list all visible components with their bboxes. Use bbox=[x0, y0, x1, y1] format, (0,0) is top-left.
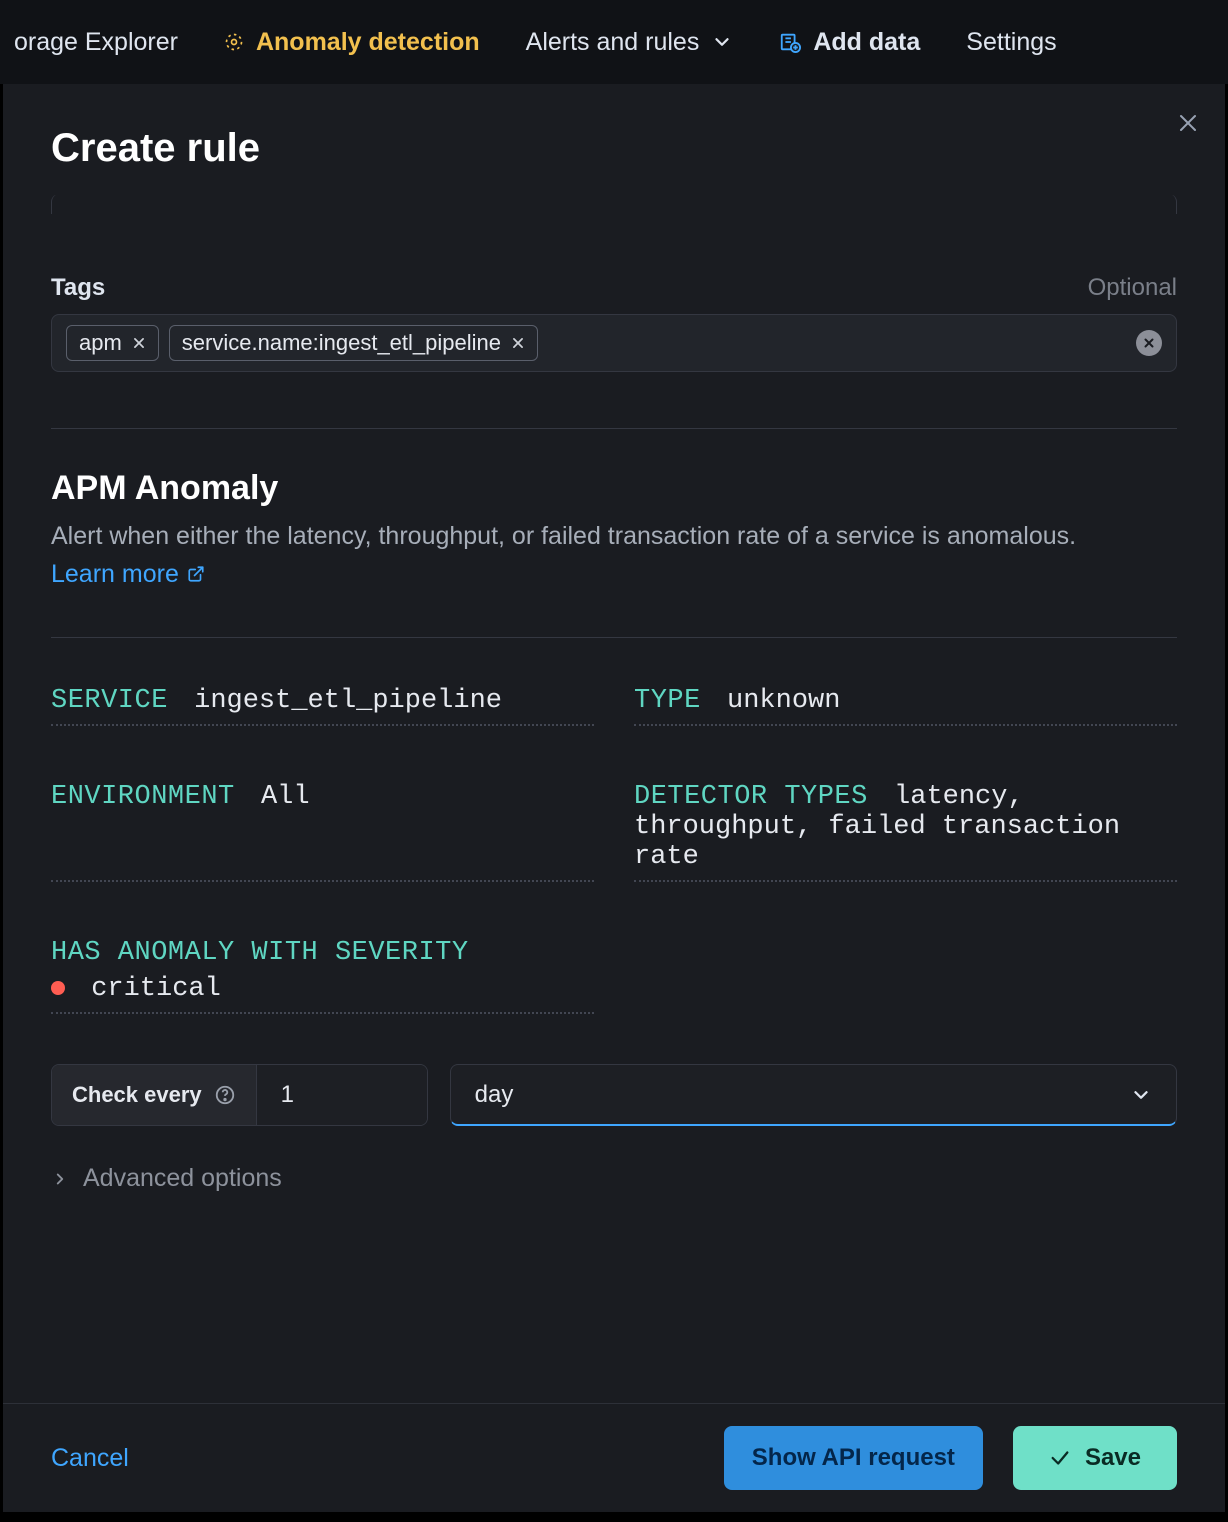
tag-pill[interactable]: apm bbox=[66, 325, 159, 361]
check-every-label: Check every bbox=[72, 1082, 202, 1108]
nav-alerts-rules-label: Alerts and rules bbox=[526, 28, 700, 57]
nav-add-data[interactable]: Add data bbox=[779, 28, 920, 57]
divider bbox=[51, 428, 1177, 429]
check-every-group: Check every 1 bbox=[51, 1064, 428, 1126]
field-label: TYPE bbox=[634, 686, 701, 716]
remove-tag-icon[interactable] bbox=[132, 336, 146, 350]
learn-more-text: Learn more bbox=[51, 556, 179, 594]
chevron-down-icon bbox=[1130, 1084, 1152, 1106]
scroll-fade bbox=[3, 1373, 1225, 1403]
interval-value: 1 bbox=[281, 1081, 294, 1109]
check-every-row: Check every 1 day bbox=[51, 1064, 1177, 1126]
nav-anomaly-label: Anomaly detection bbox=[256, 28, 480, 57]
chevron-right-icon bbox=[51, 1170, 69, 1188]
cancel-button[interactable]: Cancel bbox=[51, 1444, 129, 1473]
section-description: Alert when either the latency, throughpu… bbox=[51, 518, 1177, 593]
nav-anomaly-detection[interactable]: Anomaly detection bbox=[224, 28, 480, 57]
nav-storage-explorer-label: orage Explorer bbox=[14, 28, 178, 57]
nav-add-data-label: Add data bbox=[813, 28, 920, 57]
field-environment[interactable]: ENVIRONMENT All bbox=[51, 782, 594, 882]
field-label: DETECTOR TYPES bbox=[634, 782, 868, 812]
check-icon bbox=[1049, 1447, 1071, 1469]
help-icon[interactable] bbox=[214, 1084, 236, 1106]
field-label: SERVICE bbox=[51, 686, 168, 716]
anomaly-icon bbox=[224, 32, 244, 52]
rule-fields: SERVICE ingest_etl_pipeline TYPE unknown… bbox=[51, 686, 1177, 1014]
optional-label: Optional bbox=[1088, 274, 1177, 302]
field-service[interactable]: SERVICE ingest_etl_pipeline bbox=[51, 686, 594, 726]
flyout-header: Create rule bbox=[3, 84, 1225, 195]
tag-text: apm bbox=[79, 330, 122, 356]
interval-input[interactable]: 1 bbox=[257, 1065, 427, 1125]
nav-alerts-rules[interactable]: Alerts and rules bbox=[526, 28, 734, 57]
field-detector-types[interactable]: DETECTOR TYPES latency, throughput, fail… bbox=[634, 782, 1177, 882]
flyout-footer: Cancel Show API request Save bbox=[3, 1403, 1225, 1512]
interval-unit-value: day bbox=[475, 1081, 514, 1109]
divider bbox=[51, 637, 1177, 638]
tags-label: Tags bbox=[51, 274, 105, 302]
tag-pill[interactable]: service.name:ingest_etl_pipeline bbox=[169, 325, 538, 361]
show-api-request-button[interactable]: Show API request bbox=[724, 1426, 983, 1490]
save-button[interactable]: Save bbox=[1013, 1426, 1177, 1490]
create-rule-flyout: Create rule Tags Optional apm service.na… bbox=[3, 84, 1225, 1512]
top-nav: orage Explorer Anomaly detection Alerts … bbox=[0, 0, 1228, 84]
remove-tag-icon[interactable] bbox=[511, 336, 525, 350]
external-link-icon bbox=[187, 565, 205, 583]
tags-input[interactable]: apm service.name:ingest_etl_pipeline bbox=[51, 314, 1177, 372]
section-title: APM Anomaly bbox=[51, 469, 1177, 508]
save-label: Save bbox=[1085, 1444, 1141, 1472]
section-description-text: Alert when either the latency, throughpu… bbox=[51, 522, 1076, 550]
advanced-options-label: Advanced options bbox=[83, 1164, 282, 1193]
previous-input-edge bbox=[51, 195, 1177, 214]
field-label: ENVIRONMENT bbox=[51, 782, 235, 812]
tag-text: service.name:ingest_etl_pipeline bbox=[182, 330, 501, 356]
flyout-body: Tags Optional apm service.name:ingest_et… bbox=[3, 195, 1225, 1403]
field-value: ingest_etl_pipeline bbox=[194, 686, 502, 716]
nav-settings[interactable]: Settings bbox=[966, 28, 1056, 57]
field-severity[interactable]: HAS ANOMALY WITH SEVERITY critical bbox=[51, 938, 594, 1014]
learn-more-link[interactable]: Learn more bbox=[51, 556, 205, 594]
field-value: All bbox=[261, 782, 310, 812]
interval-unit-select[interactable]: day bbox=[450, 1064, 1177, 1126]
add-data-icon bbox=[779, 31, 801, 53]
check-every-label-box: Check every bbox=[52, 1065, 257, 1125]
close-button[interactable] bbox=[1175, 110, 1201, 136]
clear-all-tags-button[interactable] bbox=[1136, 330, 1162, 356]
field-label: HAS ANOMALY WITH SEVERITY bbox=[51, 938, 469, 968]
nav-settings-label: Settings bbox=[966, 28, 1056, 57]
field-value: unknown bbox=[727, 686, 840, 716]
field-value: critical bbox=[91, 974, 221, 1004]
flyout-title: Create rule bbox=[51, 126, 1177, 171]
advanced-options-toggle[interactable]: Advanced options bbox=[51, 1164, 1177, 1193]
chevron-down-icon bbox=[711, 31, 733, 53]
field-type[interactable]: TYPE unknown bbox=[634, 686, 1177, 726]
nav-storage-explorer[interactable]: orage Explorer bbox=[14, 28, 178, 57]
severity-dot-icon bbox=[51, 981, 65, 995]
